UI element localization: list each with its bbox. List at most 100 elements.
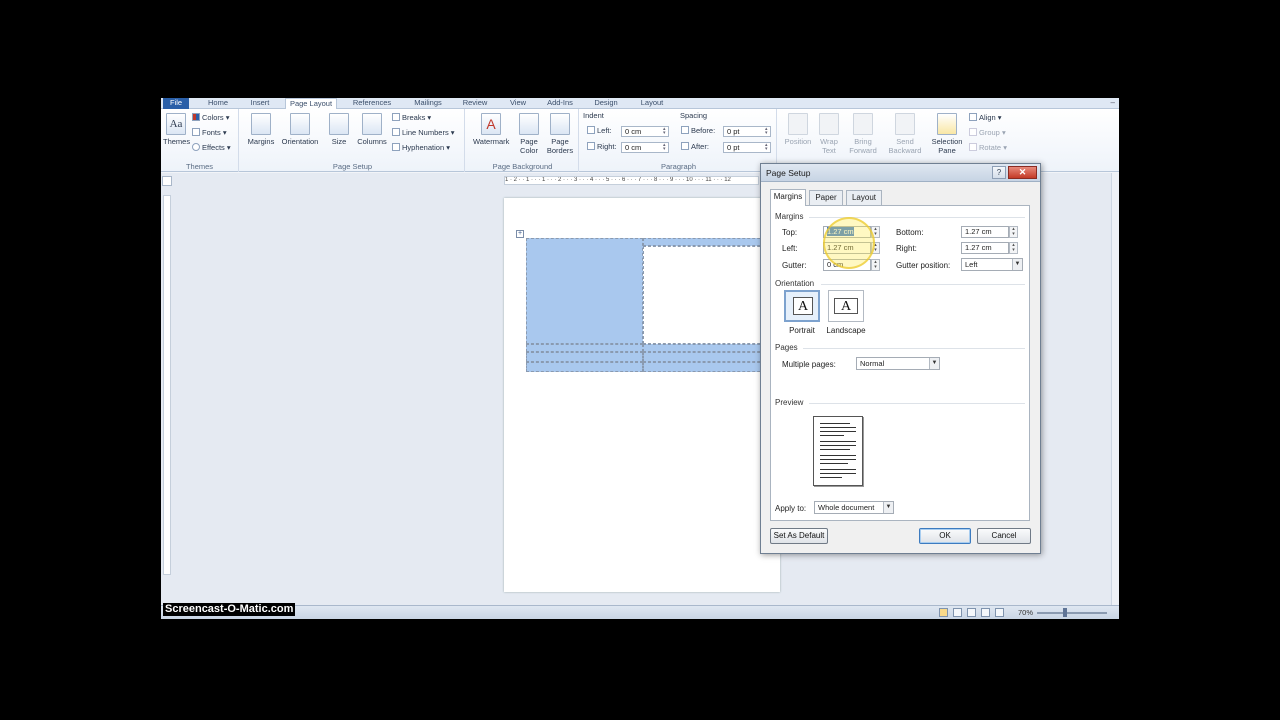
tab-selector-icon[interactable] — [162, 176, 172, 186]
chevron-down-icon[interactable]: ▼ — [1012, 259, 1022, 270]
table-cell-selected[interactable] — [526, 238, 643, 344]
zoom-level[interactable]: 70% — [1018, 608, 1033, 617]
align-button[interactable]: Align ▾ — [969, 112, 1002, 124]
paragraph-group: Indent Left: 0 cm Right: 0 cm Spacing Be… — [581, 109, 777, 172]
horizontal-ruler[interactable]: 1 · 2 · · 1 · · · 1 · · · 2 · · · 3 · · … — [504, 176, 759, 185]
top-margin-input[interactable]: 1.27 cm — [823, 226, 871, 238]
tab-design[interactable]: Design — [591, 98, 621, 109]
set-as-default-button[interactable]: Set As Default — [770, 528, 828, 544]
bring-forward-button[interactable]: Bring Forward — [845, 113, 881, 155]
margins-section-label: Margins — [775, 212, 804, 221]
ok-button[interactable]: OK — [919, 528, 971, 544]
margins-icon — [251, 113, 271, 135]
minimize-ribbon-icon[interactable]: – — [1111, 98, 1115, 109]
table-move-handle-icon[interactable]: + — [516, 230, 524, 238]
right-margin-spinner[interactable]: ▴ ▾ — [1009, 242, 1018, 254]
tab-review[interactable]: Review — [459, 98, 491, 109]
watermark-button[interactable]: A Watermark — [473, 113, 509, 146]
tab-layout[interactable]: Layout — [846, 190, 882, 205]
apply-to-select[interactable]: Whole document ▼ — [814, 501, 894, 514]
tab-add-ins[interactable]: Add-Ins — [543, 98, 577, 109]
breaks-label: Breaks — [402, 113, 426, 122]
indent-label: Indent — [583, 111, 604, 120]
selection-pane-button[interactable]: Selection Pane — [927, 113, 967, 155]
page-borders-button[interactable]: Page Borders — [545, 113, 575, 155]
colors-button[interactable]: Colors ▾ — [192, 112, 230, 124]
bottom-margin-input[interactable]: 1.27 cm — [961, 226, 1009, 238]
draft-view-icon[interactable] — [995, 608, 1004, 617]
columns-label: Columns — [357, 137, 387, 146]
right-margin-input[interactable]: 1.27 cm — [961, 242, 1009, 254]
landscape-option[interactable]: A — [828, 290, 864, 322]
hyphenation-button[interactable]: Hyphenation ▾ — [392, 142, 450, 154]
section-divider — [809, 217, 1025, 218]
gutter-spinner[interactable]: ▴ ▾ — [871, 259, 880, 271]
full-screen-reading-icon[interactable] — [953, 608, 962, 617]
orientation-button[interactable]: Orientation — [279, 113, 321, 146]
wrap-text-button[interactable]: Wrap Text — [817, 113, 841, 155]
indent-left-input[interactable]: 0 cm — [621, 126, 669, 137]
outline-view-icon[interactable] — [981, 608, 990, 617]
tab-references[interactable]: References — [349, 98, 395, 109]
size-button[interactable]: Size — [327, 113, 351, 146]
columns-button[interactable]: Columns — [355, 113, 389, 146]
print-layout-view-icon[interactable] — [939, 608, 948, 617]
top-margin-spinner[interactable]: ▴ ▾ — [871, 226, 880, 238]
gutter-position-select[interactable]: Left ▼ — [961, 258, 1023, 271]
effects-button[interactable]: Effects ▾ — [192, 142, 231, 154]
fonts-button[interactable]: Fonts ▾ — [192, 127, 227, 139]
cancel-button[interactable]: Cancel — [977, 528, 1031, 544]
web-layout-icon[interactable] — [967, 608, 976, 617]
themes-button[interactable]: Aa Themes — [163, 113, 190, 146]
left-margin-spinner[interactable]: ▴ ▾ — [871, 242, 880, 254]
rotate-button[interactable]: Rotate ▾ — [969, 142, 1007, 154]
indent-left-icon — [587, 126, 595, 134]
preview-line — [820, 473, 856, 474]
zoom-slider-thumb[interactable] — [1063, 608, 1067, 617]
group-button[interactable]: Group ▾ — [969, 127, 1006, 139]
help-icon[interactable]: ? — [992, 166, 1006, 179]
margins-tab-panel: Margins Top: 1.27 cm ▴ ▾ Bottom: 1.27 cm … — [770, 205, 1030, 521]
line-numbers-button[interactable]: Line Numbers ▾ — [392, 127, 455, 139]
tab-margins[interactable]: Margins — [770, 189, 806, 206]
selection-pane-label-2: Pane — [938, 146, 956, 155]
left-margin-input[interactable]: 1.27 cm — [823, 242, 871, 254]
tab-file[interactable]: File — [163, 98, 189, 109]
zoom-slider[interactable] — [1037, 612, 1107, 614]
bottom-margin-spinner[interactable]: ▴ ▾ — [1009, 226, 1018, 238]
chevron-down-icon[interactable]: ▼ — [929, 358, 939, 369]
chevron-down-icon[interactable]: ▼ — [883, 502, 893, 513]
tab-paper[interactable]: Paper — [809, 190, 843, 205]
spacing-after-input[interactable]: 0 pt — [723, 142, 771, 153]
indent-right-input[interactable]: 0 cm — [621, 142, 669, 153]
breaks-button[interactable]: Breaks ▾ — [392, 112, 431, 124]
tab-mailings[interactable]: Mailings — [409, 98, 447, 109]
vertical-scrollbar[interactable] — [1111, 173, 1119, 605]
spacing-before-icon — [681, 126, 689, 134]
spacing-after-label: After: — [681, 141, 709, 153]
document-page[interactable]: + — [504, 198, 780, 592]
table-cell-selected[interactable] — [526, 362, 643, 372]
vertical-ruler[interactable] — [163, 195, 171, 575]
bottom-label: Bottom: — [896, 228, 924, 237]
tab-home[interactable]: Home — [203, 98, 233, 109]
dialog-title-bar[interactable]: Page Setup ? ✕ — [761, 164, 1040, 182]
gutter-input[interactable]: 0 cm — [823, 259, 871, 271]
send-backward-button[interactable]: Send Backward — [885, 113, 925, 155]
margins-button[interactable]: Margins — [245, 113, 277, 146]
table-cell-selected[interactable] — [526, 352, 643, 362]
watermark-label: Watermark — [473, 137, 510, 146]
portrait-option[interactable]: A — [784, 290, 820, 322]
page-color-button[interactable]: Page Color — [515, 113, 543, 155]
tab-insert[interactable]: Insert — [245, 98, 275, 109]
tab-layout[interactable]: Layout — [637, 98, 667, 109]
tab-view[interactable]: View — [505, 98, 531, 109]
close-icon[interactable]: ✕ — [1008, 166, 1037, 179]
hyphenation-label: Hyphenation — [402, 143, 445, 152]
effects-icon — [192, 143, 200, 151]
group-label: Group — [979, 128, 1000, 137]
position-button[interactable]: Position — [781, 113, 815, 146]
multiple-pages-select[interactable]: Normal ▼ — [856, 357, 940, 370]
table-cell-selected[interactable] — [526, 344, 643, 352]
spacing-before-input[interactable]: 0 pt — [723, 126, 771, 137]
